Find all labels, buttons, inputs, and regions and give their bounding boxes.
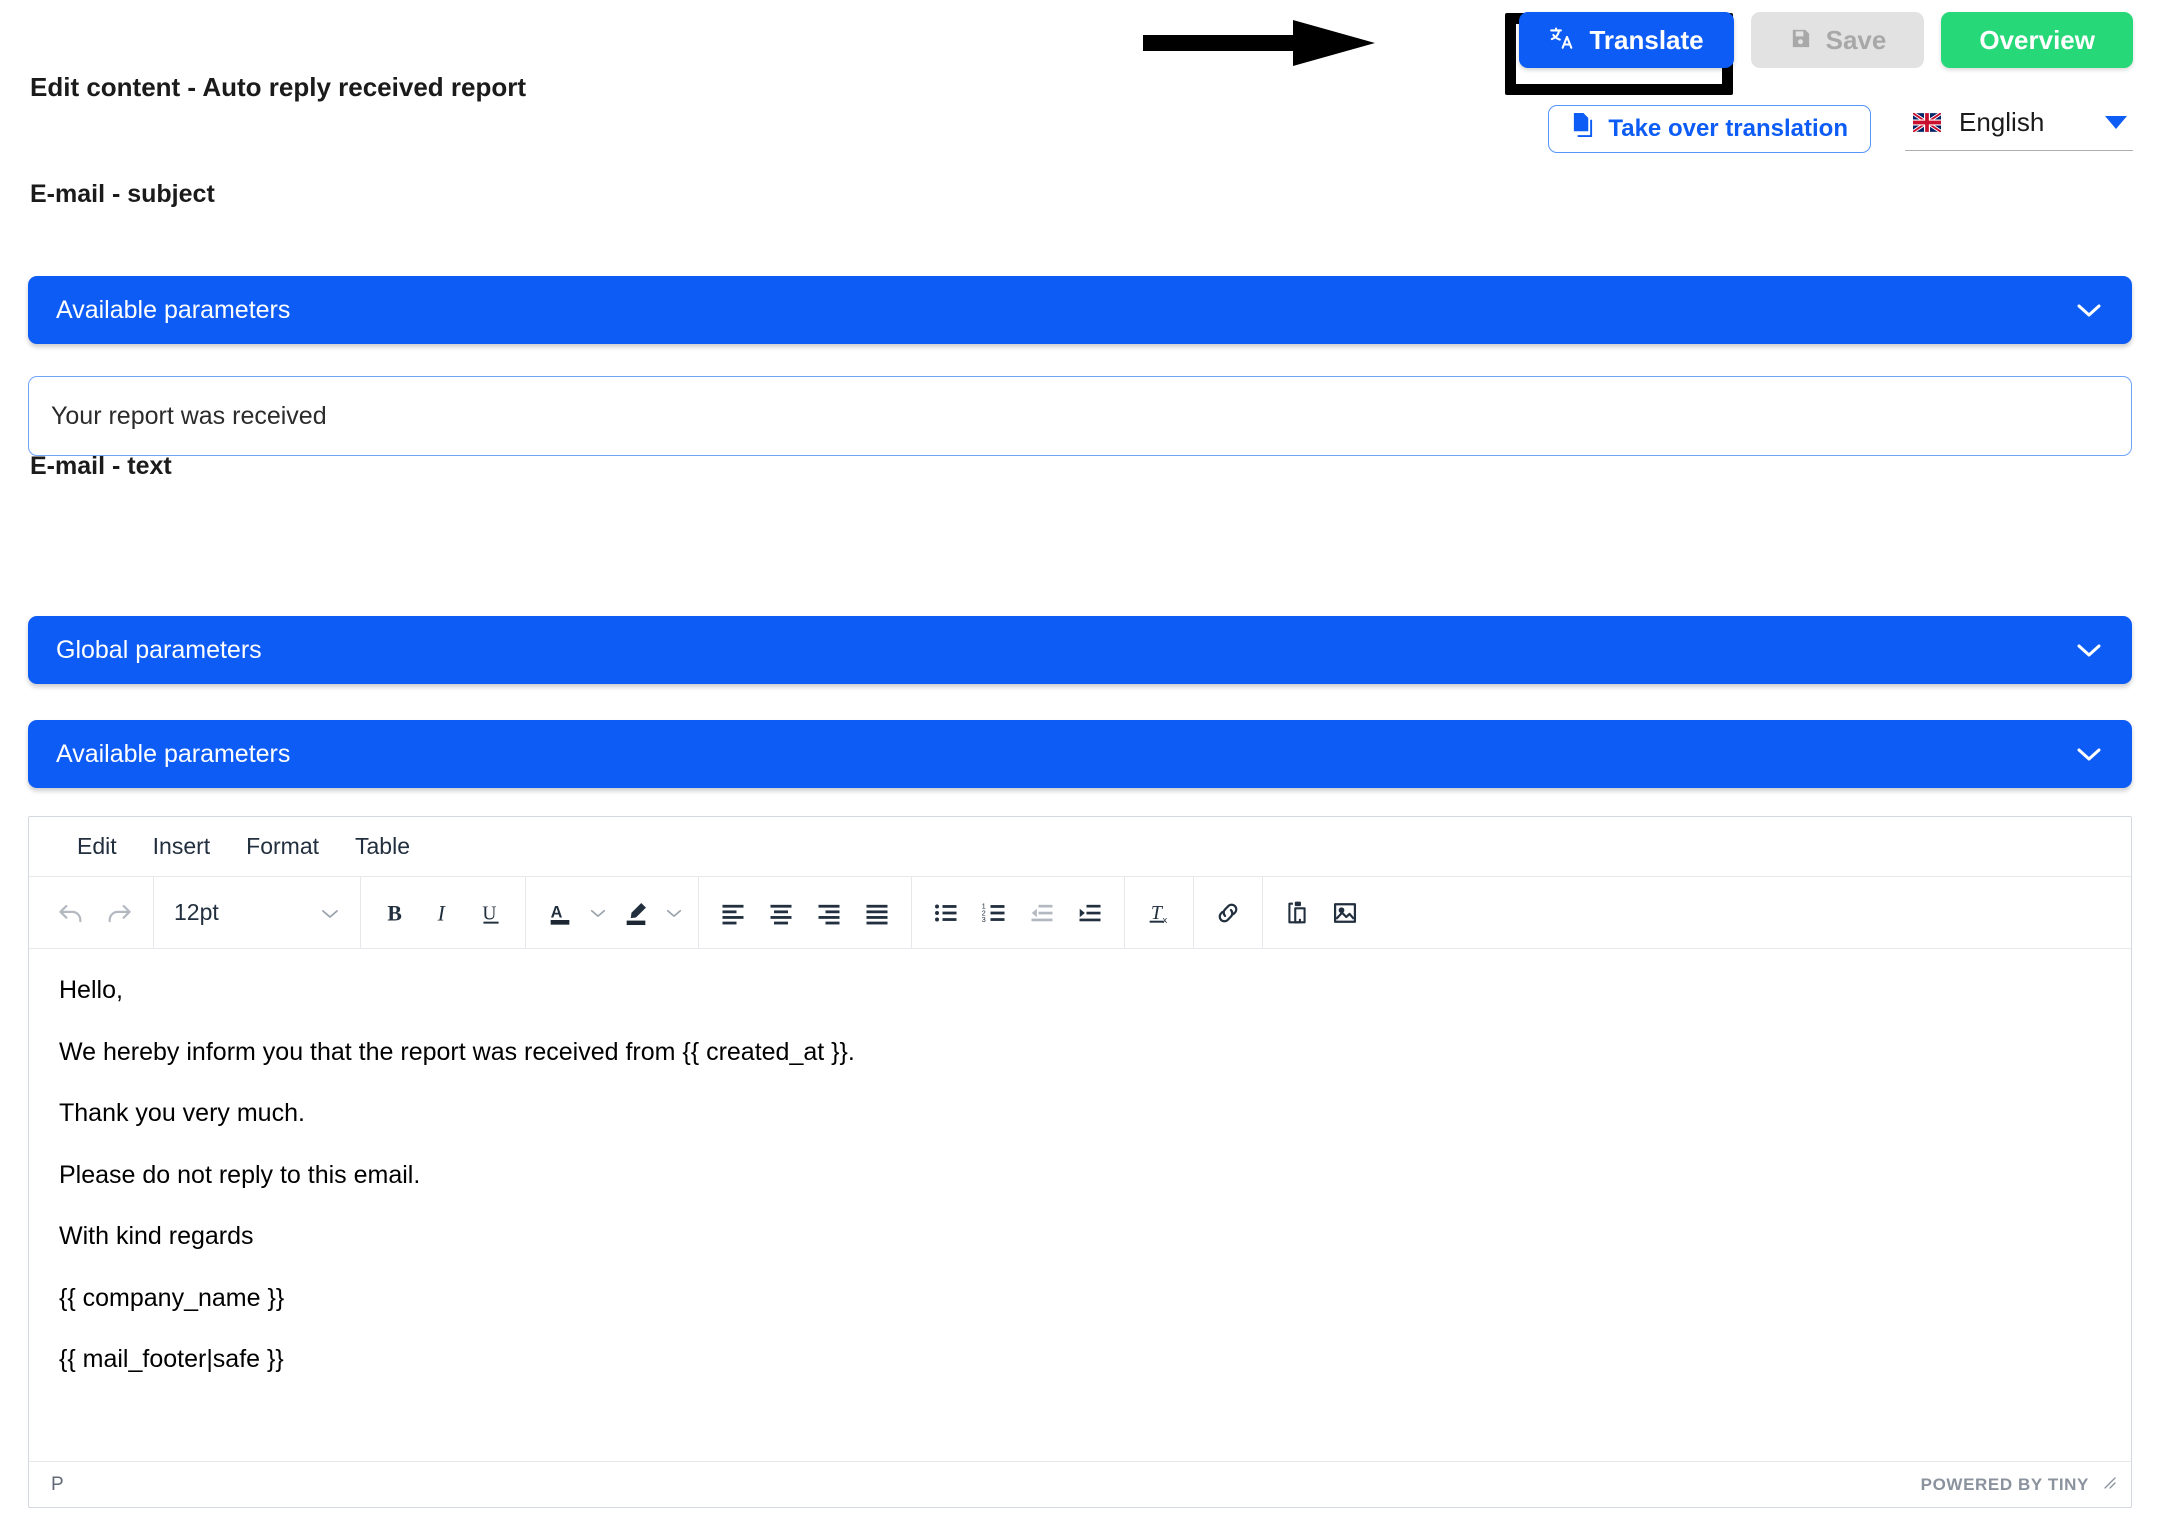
statusbar-right: POWERED BY TINY [1921, 1474, 2117, 1496]
top-action-bar: Translate Save Overview [1505, 12, 2133, 95]
image-icon[interactable] [1321, 889, 1369, 937]
toolbar-group-colors: A [526, 877, 699, 948]
paste-icon[interactable] [1273, 889, 1321, 937]
app-page: Edit content - Auto reply received repor… [0, 0, 2159, 1528]
align-center-icon[interactable] [757, 889, 805, 937]
link-icon[interactable] [1204, 889, 1252, 937]
bold-icon[interactable]: B [371, 889, 419, 937]
language-selector[interactable]: English [1905, 107, 2133, 151]
save-button[interactable]: Save [1750, 12, 1925, 68]
sub-action-bar: Take over translation English [1548, 105, 2133, 153]
accordion-label: Global parameters [56, 635, 262, 664]
take-over-translation-button[interactable]: Take over translation [1548, 105, 1871, 153]
menu-item-edit[interactable]: Edit [59, 827, 135, 866]
language-value: English [1959, 107, 2045, 137]
take-over-translation-label: Take over translation [1608, 115, 1848, 142]
richtext-editor: Edit Insert Format Table 12pt B I U A 1 … [28, 816, 2132, 1508]
editor-paragraph: We hereby inform you that the report was… [59, 1037, 855, 1066]
menu-item-table[interactable]: Table [337, 827, 428, 866]
accordion-global-parameters[interactable]: Global parameters [28, 616, 2132, 684]
svg-text:3: 3 [982, 915, 986, 924]
svg-text:B: B [387, 901, 401, 925]
editor-paragraph: With kind regards [59, 1222, 254, 1250]
toolbar-group-fontsize: 12pt [154, 877, 361, 948]
translate-button-wrapper: Translate [1505, 12, 1734, 95]
svg-text:I: I [437, 901, 447, 925]
section-label-email-text: E-mail - text [30, 452, 172, 480]
italic-icon[interactable]: I [419, 889, 467, 937]
editor-paragraph: {{ mail_footer|safe }} [59, 1345, 284, 1373]
resize-handle-icon[interactable] [2101, 1474, 2117, 1496]
translate-icon [1549, 25, 1575, 55]
font-size-select[interactable]: 12pt [164, 889, 350, 937]
annotation-arrow-icon [1143, 18, 1375, 68]
chevron-down-icon [2076, 740, 2102, 769]
chevron-down-icon [2076, 296, 2102, 325]
highlight-color-icon[interactable] [612, 889, 660, 937]
menu-item-format[interactable]: Format [228, 827, 337, 866]
text-color-icon[interactable]: A [536, 889, 584, 937]
accordion-label: Available parameters [56, 295, 291, 324]
numbered-list-icon[interactable]: 123 [970, 889, 1018, 937]
tiny-branding[interactable]: POWERED BY TINY [1921, 1475, 2089, 1495]
editor-paragraph: Hello, [59, 976, 123, 1004]
accordion-available-parameters-subject[interactable]: Available parameters [28, 276, 2132, 344]
menu-item-insert[interactable]: Insert [135, 827, 229, 866]
indent-icon[interactable] [1066, 889, 1114, 937]
toolbar-group-history [37, 877, 154, 948]
svg-text:x: x [1163, 915, 1168, 925]
editor-content-area[interactable]: Hello, We hereby inform you that the rep… [29, 949, 2131, 1461]
editor-paragraph: Thank you very much. [59, 1099, 305, 1127]
translate-button[interactable]: Translate [1519, 12, 1734, 68]
floppy-disk-icon [1789, 27, 1812, 54]
section-label-email-subject: E-mail - subject [30, 180, 215, 208]
caret-down-icon [2105, 116, 2127, 129]
align-right-icon[interactable] [805, 889, 853, 937]
email-subject-input[interactable] [28, 376, 2132, 456]
toolbar-group-lists: 123 [912, 877, 1125, 948]
copy-document-icon [1571, 113, 1594, 145]
font-size-value: 12pt [174, 899, 219, 925]
svg-text:A: A [551, 903, 563, 921]
clear-formatting-icon[interactable]: Tx [1135, 889, 1183, 937]
outdent-icon[interactable] [1018, 889, 1066, 937]
bullet-list-icon[interactable] [922, 889, 970, 937]
editor-statusbar: P POWERED BY TINY [29, 1461, 2131, 1507]
toolbar-group-align [699, 877, 912, 948]
toolbar-group-insert [1263, 877, 1379, 948]
redo-icon[interactable] [95, 889, 143, 937]
translate-button-label: Translate [1589, 25, 1704, 55]
overview-button[interactable]: Overview [1941, 12, 2133, 68]
editor-toolbar: 12pt B I U A 1 2 3 T x [29, 877, 2131, 949]
align-left-icon[interactable] [709, 889, 757, 937]
toolbar-group-clear: Tx [1125, 877, 1194, 948]
align-justify-icon[interactable] [853, 889, 901, 937]
svg-text:U: U [482, 903, 496, 924]
element-path[interactable]: P [51, 1474, 64, 1496]
undo-icon[interactable] [47, 889, 95, 937]
editor-paragraph: Please do not reply to this email. [59, 1160, 421, 1189]
accordion-available-parameters-text[interactable]: Available parameters [28, 720, 2132, 788]
chevron-down-icon [320, 899, 340, 926]
chevron-down-icon[interactable] [660, 889, 688, 937]
overview-button-label: Overview [1979, 25, 2095, 55]
chevron-down-icon[interactable] [584, 889, 612, 937]
accordion-label: Available parameters [56, 739, 291, 768]
underline-icon[interactable]: U [467, 889, 515, 937]
toolbar-group-link [1194, 877, 1263, 948]
editor-paragraph: {{ company_name }} [59, 1283, 285, 1312]
save-button-label: Save [1825, 25, 1887, 55]
editor-menubar: Edit Insert Format Table [29, 817, 2131, 877]
page-title: Edit content - Auto reply received repor… [30, 72, 527, 102]
chevron-down-icon [2076, 636, 2102, 665]
toolbar-group-style: B I U [361, 877, 526, 948]
uk-flag-icon [1913, 113, 1941, 132]
